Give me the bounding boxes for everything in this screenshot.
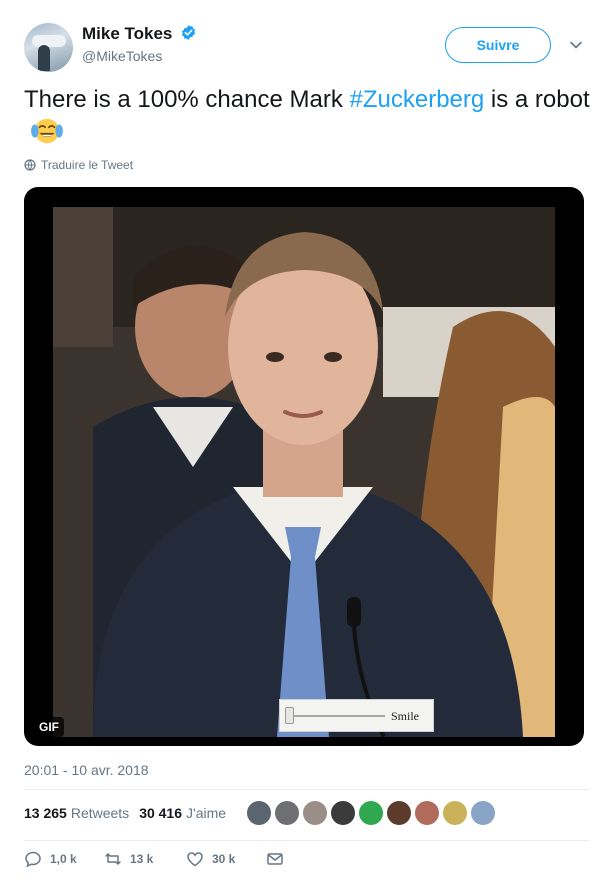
reply-count: 1,0 k [50,852,77,866]
like-button[interactable]: 30 k [186,850,235,868]
direct-message-button[interactable] [266,850,284,868]
smile-slider: Smile [279,699,434,732]
liker-avatar[interactable] [274,800,300,826]
like-count: 30 k [212,852,236,866]
reply-button[interactable]: 1,0 k [24,850,77,868]
likes-label: J'aime [186,805,227,821]
liker-avatar[interactable] [302,800,328,826]
slider-track [287,715,385,717]
liker-avatar[interactable] [470,800,496,826]
liker-avatar[interactable] [386,800,412,826]
user-info: Mike Tokes @MikeTokes [82,24,197,64]
slider-knob [285,707,294,724]
heart-icon [187,852,203,867]
retweets-count: 13 265 [24,805,67,821]
likes-count: 30 416 [139,805,183,821]
likes-stat[interactable]: 30 416 J'aime [139,805,226,821]
tweet-text-part: is a robot [484,86,590,113]
display-name[interactable]: Mike Tokes [82,24,172,43]
divider [24,840,589,841]
translate-label: Traduire le Tweet [41,158,134,172]
user-handle[interactable]: @MikeTokes [82,48,197,64]
likers-avatars [246,800,496,828]
gif-badge: GIF [34,717,64,737]
tweet-media[interactable]: Smile GIF [24,187,584,746]
retweet-count: 13 k [130,852,154,866]
follow-button[interactable]: Suivre [445,27,551,63]
envelope-icon [267,853,283,865]
gif-frame: Smile [53,207,555,737]
tweet-header: Mike Tokes @MikeTokes Suivre [24,20,589,72]
reply-icon [25,851,41,868]
tweet-actions: 1,0 k 13 k 30 k [24,850,324,874]
verified-badge-icon [181,25,195,40]
tweet-text: There is a 100% chance Mark #Zuckerberg … [24,84,594,149]
retweet-button[interactable]: 13 k [104,850,153,868]
hashtag-link[interactable]: #Zuckerberg [350,86,485,113]
retweets-label: Retweets [70,805,130,821]
avatar-person-shape [38,45,50,71]
tweet-stats: 13 265 Retweets 30 416 J'aime [24,805,226,821]
liker-avatar[interactable] [358,800,384,826]
avatar[interactable] [24,23,73,72]
face-with-tears-of-joy-icon [31,118,63,144]
retweets-stat[interactable]: 13 265 Retweets [24,805,129,821]
translate-tweet-link[interactable]: Traduire le Tweet [24,158,133,172]
liker-avatar[interactable] [414,800,440,826]
chevron-down-icon[interactable] [569,38,583,52]
divider [24,789,589,790]
liker-avatar[interactable] [246,800,272,826]
liker-avatar[interactable] [330,800,356,826]
liker-avatar[interactable] [442,800,468,826]
tweet-text-part: There is a 100% chance Mark [24,86,350,113]
avatar-plane-shape [32,35,66,47]
tweet-timestamp[interactable]: 20:01 - 10 avr. 2018 [24,762,149,778]
retweet-icon [105,853,121,865]
globe-icon [24,159,36,171]
hearing-photo [53,207,555,737]
slider-label: Smile [391,709,420,723]
